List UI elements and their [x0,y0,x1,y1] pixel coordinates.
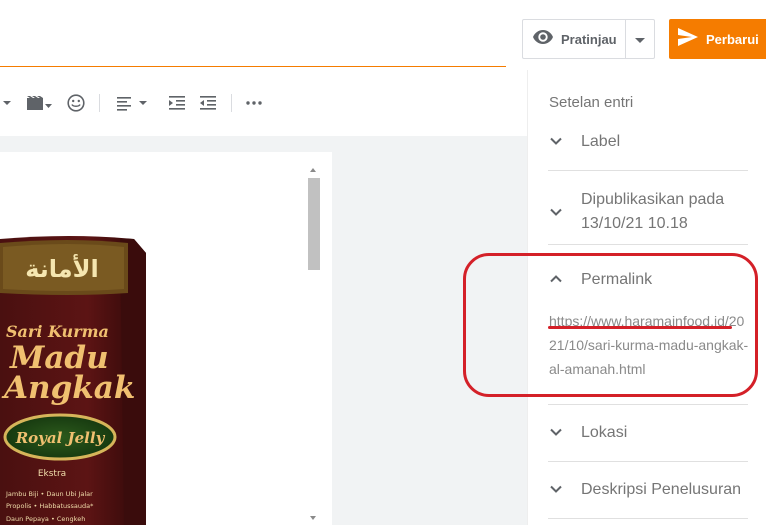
sidebar-item-search-description-text: Deskripsi Penelusuran [581,481,742,498]
preview-dropdown-button[interactable] [626,20,654,58]
video-icon[interactable] [24,80,54,126]
sidebar-item-label[interactable]: Label [548,130,748,154]
outdent-icon[interactable] [197,80,219,126]
scroll-down-arrow-icon [310,516,316,520]
sidebar-divider [548,244,748,245]
svg-text:Propolis • Habbatussauda*: Propolis • Habbatussauda* [6,502,94,510]
indent-icon[interactable] [166,80,188,126]
chevron-down-icon [550,208,562,216]
svg-text:Angkak: Angkak [1,370,135,406]
chevron-down-icon [550,428,562,436]
eye-icon [533,29,553,49]
update-button[interactable]: Perbarui [669,19,766,59]
svg-text:Jambu Biji • Daun Ubi Jalar: Jambu Biji • Daun Ubi Jalar [5,490,93,498]
more-icon[interactable] [243,80,265,126]
editor-toolbar [0,80,527,126]
svg-text:Daun Pepaya • Cengkeh: Daun Pepaya • Cengkeh [6,515,85,523]
svg-text:Sari Kurma: Sari Kurma [6,322,109,341]
preview-button-group: Pratinjau [522,19,655,59]
top-bar: Pratinjau Perbarui [0,0,766,70]
sidebar-item-location-text: Lokasi [581,424,628,441]
sidebar-item-label-text: Label [581,133,621,150]
highlight-circle [463,253,758,397]
dropdown-caret-icon[interactable] [0,80,14,126]
sidebar-item-location[interactable]: Lokasi [548,421,748,445]
chevron-down-icon [550,485,562,493]
scroll-up-arrow-icon [310,168,316,172]
toolbar-divider [99,94,100,112]
align-left-icon[interactable] [115,80,149,126]
post-title-input[interactable] [0,30,506,67]
preview-button[interactable]: Pratinjau [523,20,626,58]
svg-text:الأمانة: الأمانة [25,254,99,283]
sidebar-divider [548,518,748,519]
update-label: Perbarui [706,31,759,47]
emoji-icon[interactable] [65,80,87,126]
svg-text:Ekstra: Ekstra [38,469,66,479]
sidebar-item-search-description[interactable]: Deskripsi Penelusuran [548,478,748,502]
scrollbar-thumb[interactable] [308,178,320,270]
sidebar-heading: Setelan entri [549,94,634,111]
caret-down-icon [635,30,645,48]
sidebar-divider [548,404,748,405]
sidebar-divider [548,170,748,171]
toolbar-divider [231,94,232,112]
preview-label: Pratinjau [561,31,617,47]
sidebar-item-published-text: Dipublikasikan pada 13/10/21 10.18 [581,191,725,232]
product-image: الأمانة Sari Kurma Madu Angkak Royal Jel… [0,233,146,525]
sidebar-divider [548,461,748,462]
chevron-down-icon [550,137,562,145]
send-icon [678,27,698,51]
svg-text:Royal Jelly: Royal Jelly [15,429,106,447]
sidebar-item-published[interactable]: Dipublikasikan pada 13/10/21 10.18 [548,188,748,236]
